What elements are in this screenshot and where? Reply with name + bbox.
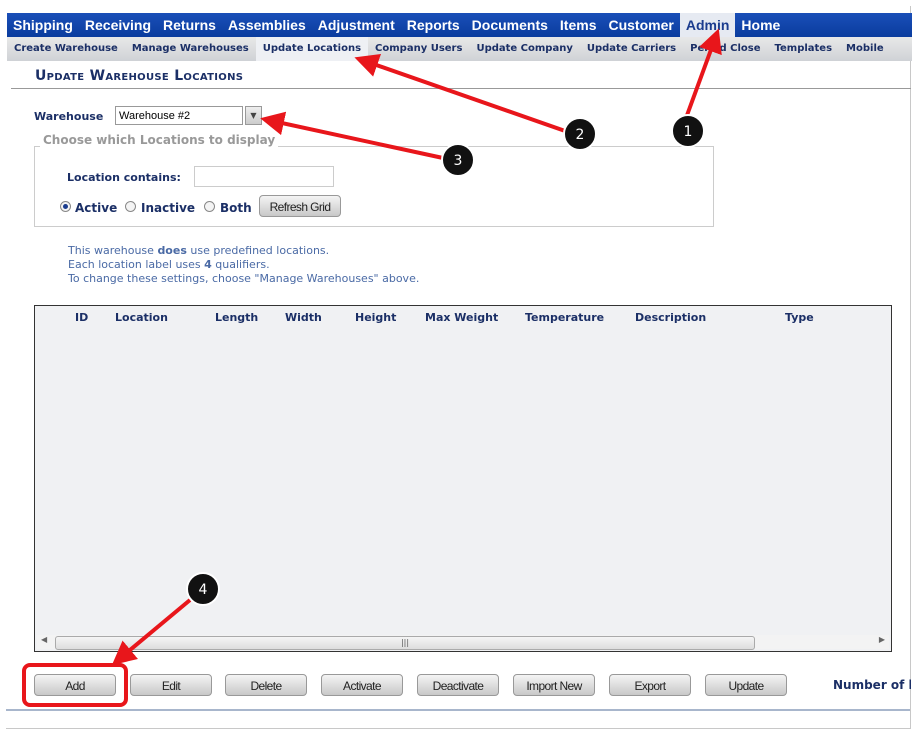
chevron-down-icon[interactable]: ▼ bbox=[245, 106, 262, 125]
warehouse-info: This warehouse does use predefined locat… bbox=[68, 244, 419, 286]
subnav-period-close[interactable]: Period Close bbox=[683, 37, 767, 61]
activate-button[interactable]: Activate bbox=[321, 674, 403, 696]
subnav-update-locations[interactable]: Update Locations bbox=[255, 37, 369, 61]
subnav-create-warehouse[interactable]: Create Warehouse bbox=[7, 37, 125, 61]
column-header-id[interactable]: ID bbox=[75, 311, 88, 324]
nav-assemblies[interactable]: Assemblies bbox=[222, 13, 312, 37]
nav-items[interactable]: Items bbox=[554, 13, 603, 37]
main-nav: Shipping Receiving Returns Assemblies Ad… bbox=[7, 13, 912, 37]
radio-active-label: Active bbox=[75, 201, 118, 215]
import-new-button[interactable]: Import New bbox=[513, 674, 595, 696]
subnav-update-company[interactable]: Update Company bbox=[469, 37, 579, 61]
delete-button[interactable]: Delete bbox=[225, 674, 307, 696]
subnav-company-users[interactable]: Company Users bbox=[368, 37, 469, 61]
radio-both-label: Both bbox=[220, 201, 252, 215]
info-bold: 4 bbox=[204, 258, 212, 271]
refresh-grid-button[interactable]: Refresh Grid bbox=[259, 195, 341, 217]
nav-documents[interactable]: Documents bbox=[466, 13, 554, 37]
sub-nav: Create Warehouse Manage Warehouses Updat… bbox=[7, 37, 912, 61]
column-header-length[interactable]: Length bbox=[215, 311, 258, 324]
nav-customer[interactable]: Customer bbox=[602, 13, 679, 37]
nav-adjustment[interactable]: Adjustment bbox=[312, 13, 401, 37]
nav-receiving[interactable]: Receiving bbox=[79, 13, 157, 37]
warehouse-label: Warehouse bbox=[34, 110, 104, 123]
column-header-max-weight[interactable]: Max Weight bbox=[425, 311, 498, 324]
subnav-mobile[interactable]: Mobile bbox=[839, 37, 891, 61]
scrollbar-thumb[interactable]: ||| bbox=[55, 636, 755, 650]
nav-shipping[interactable]: Shipping bbox=[7, 13, 79, 37]
column-header-temperature[interactable]: Temperature bbox=[525, 311, 604, 324]
column-header-type[interactable]: Type bbox=[785, 311, 814, 324]
info-bold: does bbox=[157, 244, 187, 257]
page-title: Update Warehouse Locations bbox=[35, 68, 244, 84]
subnav-manage-warehouses[interactable]: Manage Warehouses bbox=[125, 37, 256, 61]
fieldset-legend: Choose which Locations to display bbox=[40, 133, 279, 147]
info-text: use predefined locations. bbox=[186, 244, 330, 257]
nav-reports[interactable]: Reports bbox=[401, 13, 466, 37]
location-filter-fieldset bbox=[34, 146, 714, 227]
location-contains-input[interactable] bbox=[194, 166, 334, 187]
update-button[interactable]: Update bbox=[705, 674, 787, 696]
subnav-update-carriers[interactable]: Update Carriers bbox=[580, 37, 683, 61]
location-count-label: Number of l bbox=[833, 678, 911, 692]
column-header-height[interactable]: Height bbox=[355, 311, 396, 324]
edit-button[interactable]: Edit bbox=[130, 674, 212, 696]
info-text: To change these settings, choose "Manage… bbox=[68, 272, 420, 285]
scroll-left-icon[interactable]: ◀ bbox=[41, 635, 47, 644]
radio-inactive-label: Inactive bbox=[141, 201, 196, 215]
radio-inactive[interactable] bbox=[125, 201, 136, 212]
subnav-templates[interactable]: Templates bbox=[768, 37, 840, 61]
deactivate-button[interactable]: Deactivate bbox=[417, 674, 499, 696]
add-button[interactable]: Add bbox=[34, 674, 116, 696]
nav-returns[interactable]: Returns bbox=[157, 13, 222, 37]
warehouse-select[interactable]: Warehouse #2 bbox=[115, 106, 243, 125]
info-text: Each location label uses bbox=[68, 258, 205, 271]
locations-grid: ID Location Length Width Height Max Weig… bbox=[34, 305, 892, 652]
column-header-width[interactable]: Width bbox=[285, 311, 322, 324]
nav-admin[interactable]: Admin bbox=[679, 13, 736, 37]
radio-both[interactable] bbox=[204, 201, 215, 212]
column-header-description[interactable]: Description bbox=[635, 311, 706, 324]
horizontal-scrollbar[interactable]: ◀ ||| ▶ bbox=[37, 635, 889, 650]
info-text: qualifiers. bbox=[211, 258, 270, 271]
location-contains-label: Location contains: bbox=[67, 171, 181, 184]
divider bbox=[11, 88, 911, 89]
scroll-right-icon[interactable]: ▶ bbox=[879, 635, 885, 644]
export-button[interactable]: Export bbox=[609, 674, 691, 696]
column-header-location[interactable]: Location bbox=[115, 311, 168, 324]
footer-divider bbox=[6, 709, 910, 711]
radio-active[interactable] bbox=[60, 201, 71, 212]
info-text: This warehouse bbox=[68, 244, 158, 257]
nav-home[interactable]: Home bbox=[735, 13, 786, 37]
